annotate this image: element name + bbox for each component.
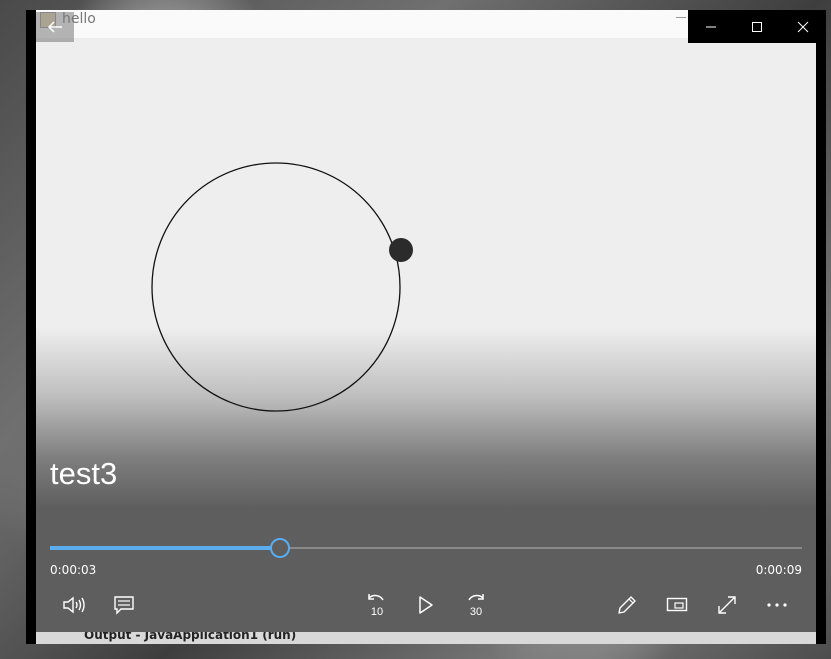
background-minimize-icon (676, 17, 686, 18)
skip-back-button[interactable]: 10 (356, 588, 396, 622)
video-title: test3 (50, 456, 118, 491)
video-player[interactable]: test3 0:00:03 0:00:09 10 30 (36, 38, 816, 642)
fullscreen-icon (718, 596, 736, 614)
volume-icon (63, 596, 85, 614)
skip-forward-icon: 30 (468, 594, 484, 618)
mini-view-button[interactable] (657, 588, 697, 622)
window-caption-buttons (688, 10, 826, 43)
skip-forward-label: 30 (470, 606, 482, 618)
minimize-button[interactable] (688, 10, 734, 43)
seek-progress (50, 546, 280, 550)
play-button[interactable] (406, 588, 446, 622)
captions-button[interactable] (104, 588, 144, 622)
seek-bar[interactable] (50, 538, 802, 558)
play-icon (419, 596, 433, 614)
skip-back-label: 10 (371, 606, 383, 618)
background-output-tab: Output - JavaApplication1 (run) (36, 632, 816, 644)
more-icon (767, 603, 787, 607)
minimize-icon (706, 26, 716, 27)
total-time: 0:00:09 (755, 563, 802, 577)
mini-view-icon (666, 597, 688, 612)
skip-back-icon: 10 (368, 594, 384, 618)
maximize-button[interactable] (734, 10, 780, 43)
video-frame (151, 162, 413, 412)
background-window-titlebar (36, 10, 688, 38)
seek-thumb[interactable] (269, 538, 290, 558)
orbiting-dot (389, 238, 413, 262)
back-button[interactable] (36, 12, 74, 42)
orbit-circle (151, 162, 401, 412)
skip-forward-button[interactable]: 30 (456, 588, 496, 622)
edit-button[interactable] (607, 588, 647, 622)
background-output-label: Output - JavaApplication1 (run) (84, 632, 297, 642)
close-button[interactable] (780, 10, 826, 43)
captions-icon (114, 596, 134, 615)
more-button[interactable] (757, 588, 797, 622)
back-arrow-icon (47, 21, 62, 33)
current-time: 0:00:03 (50, 563, 97, 577)
volume-button[interactable] (54, 588, 94, 622)
pencil-icon (618, 596, 636, 614)
maximize-icon (752, 21, 762, 32)
fullscreen-button[interactable] (707, 588, 747, 622)
close-icon (797, 21, 809, 32)
